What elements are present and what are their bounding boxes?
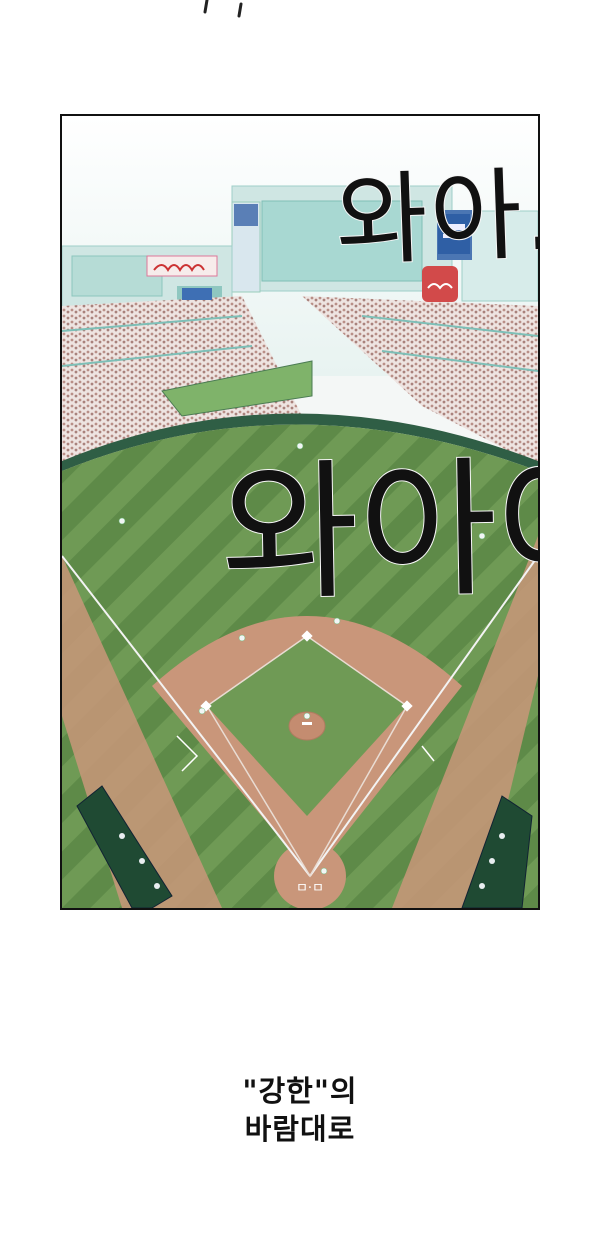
sfx-line-2: 와아아.: [220, 440, 538, 622]
plate-label: ㅁ·ㅁ: [296, 881, 324, 896]
sfx-line-1: 와아..: [334, 154, 538, 280]
caption-line-1: "강한"의: [242, 1074, 358, 1108]
coca-cola-sign-left: [146, 255, 218, 277]
baseball-stadium-illustration: ㅁ·ㅁ 와아.. 와아아.: [62, 116, 538, 908]
narration-caption: "강한"의 바람대로: [0, 1072, 600, 1148]
previous-panel-sfx-fragment: [203, 0, 243, 18]
caption-line-2: 바람대로: [244, 1112, 356, 1146]
stadium-panel: ㅁ·ㅁ 와아.. 와아아.: [60, 114, 540, 910]
sears-sign: [182, 288, 212, 300]
